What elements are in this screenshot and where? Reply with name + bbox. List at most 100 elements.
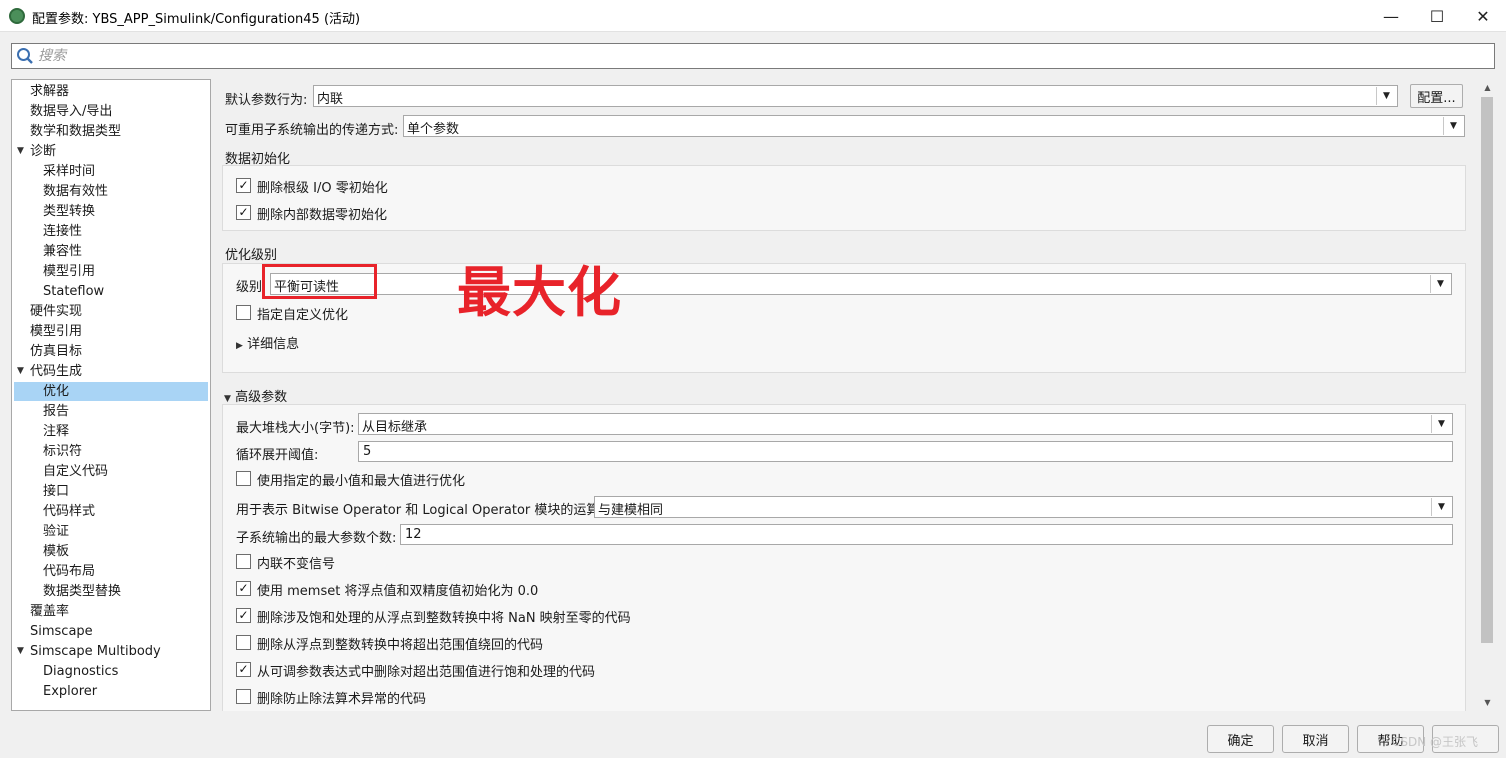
level-dropdown[interactable]: 平衡可读性 ▼ <box>270 273 1452 295</box>
minmax-opt-label: 使用指定的最小值和最大值进行优化 <box>257 474 466 489</box>
tree-item-data-validity[interactable]: 数据有效性 <box>43 182 108 201</box>
app-icon <box>9 8 25 24</box>
bitwise-label: 用于表示 Bitwise Operator 和 Logical Operator… <box>236 503 617 518</box>
opt-level-title: 优化级别 <box>225 248 278 263</box>
tree-item-code-generation[interactable]: 代码生成 <box>30 362 82 381</box>
close-button[interactable]: ✕ <box>1460 0 1506 32</box>
max-stack-label: 最大堆栈大小(字节): <box>236 421 355 436</box>
tree-item-data-type-replacement[interactable]: 数据类型替换 <box>43 582 121 601</box>
expand-down-icon: ▼ <box>224 394 231 404</box>
tree-item-coverage[interactable]: 覆盖率 <box>30 602 69 621</box>
inline-invariant-checkbox[interactable] <box>236 554 251 569</box>
category-tree: 求解器 数据导入/导出 数学和数据类型 ▼ 诊断 采样时间 数据有效性 类型转换… <box>11 79 211 711</box>
remove-nan-checkbox[interactable]: ✓ <box>236 608 251 623</box>
minimize-button[interactable]: — <box>1368 0 1414 32</box>
bitwise-dropdown[interactable]: 与建模相同 ▼ <box>594 496 1453 518</box>
details-label: 详细信息 <box>247 337 300 352</box>
max-args-label: 子系统输出的最大参数个数: <box>236 531 397 546</box>
tree-item-comments[interactable]: 注释 <box>43 422 69 441</box>
scroll-down-icon[interactable]: ▼ <box>1479 694 1496 711</box>
tree-item-solver[interactable]: 求解器 <box>30 82 69 101</box>
remove-root-io-init-label: 删除根级 I/O 零初始化 <box>257 181 388 196</box>
chevron-down-icon: ▼ <box>1443 117 1463 135</box>
default-param-label: 默认参数行为: <box>225 93 308 108</box>
reusable-output-label: 可重用子系统输出的传递方式: <box>225 123 399 138</box>
expand-right-icon: ▶ <box>236 341 243 351</box>
remove-wrap-label: 删除从浮点到整数转换中将超出范围值绕回的代码 <box>257 638 544 653</box>
window-title: 配置参数: YBS_APP_Simulink/Configuration45 (… <box>32 12 361 27</box>
minmax-opt-checkbox[interactable] <box>236 471 251 486</box>
tree-item-identifiers[interactable]: 标识符 <box>43 442 82 461</box>
custom-opt-checkbox[interactable] <box>236 305 251 320</box>
dialog-footer: 确定 取消 帮助 <box>0 718 1506 758</box>
tree-item-connectivity[interactable]: 连接性 <box>43 222 82 241</box>
ok-button[interactable]: 确定 <box>1207 725 1274 753</box>
configure-button[interactable]: 配置... <box>1410 84 1463 108</box>
loop-unroll-label: 循环展开阈值: <box>236 448 319 463</box>
default-param-dropdown[interactable]: 内联 ▼ <box>313 85 1398 107</box>
advanced-title: 高级参数 <box>235 390 288 405</box>
tree-item-mb-explorer[interactable]: Explorer <box>43 682 97 701</box>
annotation-highlight-box <box>262 264 377 299</box>
search-box[interactable] <box>11 43 1495 69</box>
tree-item-diagnostics[interactable]: 诊断 <box>30 142 56 161</box>
tree-item-simscape[interactable]: Simscape <box>30 622 93 641</box>
remove-wrap-checkbox[interactable] <box>236 635 251 650</box>
max-stack-value: 从目标继承 <box>362 420 428 435</box>
tree-item-report[interactable]: 报告 <box>43 402 69 421</box>
remove-div-guard-checkbox[interactable] <box>236 689 251 704</box>
tree-item-hardware[interactable]: 硬件实现 <box>30 302 82 321</box>
data-init-group <box>222 165 1466 231</box>
remove-internal-init-label: 删除内部数据零初始化 <box>257 208 388 223</box>
remove-root-io-init-checkbox[interactable]: ✓ <box>236 178 251 193</box>
custom-opt-label: 指定自定义优化 <box>257 308 349 323</box>
tree-item-simscape-multibody[interactable]: Simscape Multibody <box>30 642 161 661</box>
tree-item-sample-time[interactable]: 采样时间 <box>43 162 95 181</box>
search-input[interactable] <box>38 46 1478 66</box>
annotation-text: 最大化 <box>457 261 622 324</box>
loop-unroll-input[interactable]: 5 <box>358 441 1453 462</box>
remove-div-guard-label: 删除防止除法算术异常的代码 <box>257 692 427 707</box>
tree-item-custom-code[interactable]: 自定义代码 <box>43 462 108 481</box>
tree-item-math-data-types[interactable]: 数学和数据类型 <box>30 122 121 141</box>
tree-item-data-io[interactable]: 数据导入/导出 <box>30 102 112 121</box>
max-args-input[interactable]: 12 <box>400 524 1453 545</box>
chevron-down-icon: ▼ <box>1430 275 1450 293</box>
advanced-toggle[interactable]: ▼ 高级参数 <box>224 386 287 405</box>
bitwise-value: 与建模相同 <box>598 503 664 518</box>
tree-item-sim-target[interactable]: 仿真目标 <box>30 342 82 361</box>
max-stack-dropdown[interactable]: 从目标继承 ▼ <box>358 413 1453 435</box>
expand-multibody-icon[interactable]: ▼ <box>17 646 24 656</box>
inline-invariant-label: 内联不变信号 <box>257 557 336 572</box>
cancel-button[interactable]: 取消 <box>1282 725 1349 753</box>
scrollbar-thumb[interactable] <box>1481 97 1493 643</box>
tree-item-templates[interactable]: 模板 <box>43 542 69 561</box>
tree-item-verification[interactable]: 验证 <box>43 522 69 541</box>
tree-item-optimization[interactable]: 优化 <box>14 382 208 401</box>
tree-item-mb-diagnostics[interactable]: Diagnostics <box>43 662 118 681</box>
tree-item-model-ref[interactable]: 模型引用 <box>30 322 82 341</box>
chevron-down-icon: ▼ <box>1376 87 1396 105</box>
tree-item-stateflow[interactable]: Stateflow <box>43 282 104 301</box>
details-toggle[interactable]: ▶ 详细信息 <box>236 333 299 352</box>
expand-diagnostics-icon[interactable]: ▼ <box>17 146 24 156</box>
level-label: 级别 <box>236 280 263 295</box>
remove-internal-init-checkbox[interactable]: ✓ <box>236 205 251 220</box>
maximize-button[interactable]: ☐ <box>1414 0 1460 32</box>
content-scrollbar[interactable]: ▲ ▼ <box>1479 79 1496 711</box>
scroll-up-icon[interactable]: ▲ <box>1479 79 1496 96</box>
tree-item-code-style[interactable]: 代码样式 <box>43 502 95 521</box>
tree-item-code-placement[interactable]: 代码布局 <box>43 562 95 581</box>
reusable-output-dropdown[interactable]: 单个参数 ▼ <box>403 115 1465 137</box>
expand-codegen-icon[interactable]: ▼ <box>17 366 24 376</box>
chevron-down-icon: ▼ <box>1431 415 1451 433</box>
memset-checkbox[interactable]: ✓ <box>236 581 251 596</box>
tree-item-compatibility[interactable]: 兼容性 <box>43 242 82 261</box>
tree-item-type-conversion[interactable]: 类型转换 <box>43 202 95 221</box>
tree-item-diag-model-ref[interactable]: 模型引用 <box>43 262 95 281</box>
search-icon <box>17 48 33 64</box>
remove-saturation-checkbox[interactable]: ✓ <box>236 662 251 677</box>
chevron-down-icon: ▼ <box>1431 498 1451 516</box>
reusable-output-value: 单个参数 <box>407 122 460 137</box>
tree-item-interface[interactable]: 接口 <box>43 482 69 501</box>
